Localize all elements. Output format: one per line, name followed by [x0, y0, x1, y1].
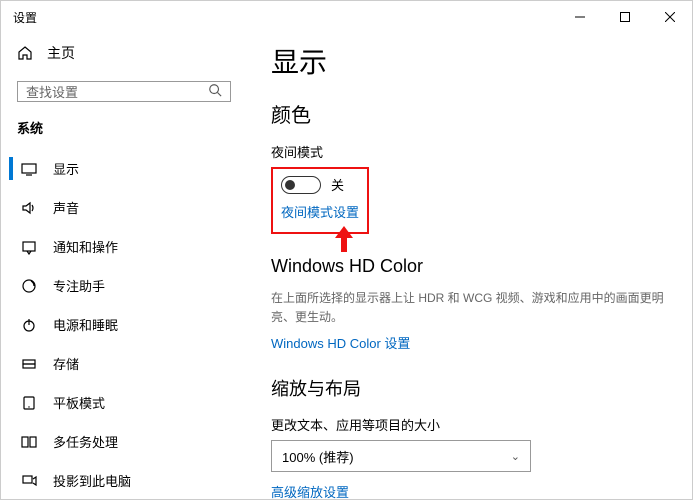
highlight-box: 关 夜间模式设置 — [271, 167, 369, 234]
hdcolor-heading: Windows HD Color — [271, 256, 668, 277]
nav-list: 显示 声音 通知和操作 专注助手 电源和睡眠 — [9, 149, 239, 499]
toggle-knob — [285, 180, 295, 190]
settings-window: 设置 主页 查找设置 系统 — [0, 0, 693, 500]
text-size-dropdown[interactable]: 100% (推荐) ⌄ — [271, 440, 531, 472]
sidebar-item-power-sleep[interactable]: 电源和睡眠 — [9, 305, 239, 344]
sidebar-item-label: 平板模式 — [53, 393, 105, 412]
advanced-scaling-link[interactable]: 高级缩放设置 — [271, 485, 349, 499]
sidebar-item-projecting[interactable]: 投影到此电脑 — [9, 461, 239, 499]
search-placeholder: 查找设置 — [26, 82, 78, 101]
sidebar-item-multitasking[interactable]: 多任务处理 — [9, 422, 239, 461]
power-icon — [21, 317, 37, 333]
close-button[interactable] — [647, 1, 692, 33]
home-icon — [17, 45, 33, 61]
page-title: 显示 — [271, 41, 668, 81]
window-controls — [557, 1, 692, 33]
night-mode-state: 关 — [331, 175, 344, 194]
multitask-icon — [21, 434, 37, 450]
sidebar-item-label: 存储 — [53, 354, 79, 373]
scale-heading: 缩放与布局 — [271, 375, 668, 401]
title-bar: 设置 — [1, 1, 692, 33]
search-input[interactable]: 查找设置 — [17, 81, 231, 102]
project-icon — [21, 473, 37, 489]
sidebar-item-tablet-mode[interactable]: 平板模式 — [9, 383, 239, 422]
sidebar-item-notifications[interactable]: 通知和操作 — [9, 227, 239, 266]
sidebar-item-label: 通知和操作 — [53, 237, 118, 256]
cursor-arrow-annotation — [331, 224, 357, 254]
home-link[interactable]: 主页 — [9, 33, 239, 73]
text-size-value: 100% (推荐) — [282, 447, 354, 466]
storage-icon — [21, 356, 37, 372]
hdcolor-description: 在上面所选择的显示器上让 HDR 和 WCG 视频、游戏和应用中的画面更明亮、更… — [271, 289, 668, 327]
sidebar-item-label: 声音 — [53, 198, 79, 217]
night-mode-toggle[interactable] — [281, 176, 321, 194]
home-label: 主页 — [47, 43, 75, 63]
focus-icon — [21, 278, 37, 294]
sidebar-item-sound[interactable]: 声音 — [9, 188, 239, 227]
night-mode-toggle-row: 关 — [281, 175, 359, 194]
sidebar-item-label: 专注助手 — [53, 276, 105, 295]
sidebar-item-storage[interactable]: 存储 — [9, 344, 239, 383]
search-icon — [208, 83, 222, 100]
sidebar-item-label: 投影到此电脑 — [53, 471, 131, 490]
sidebar-item-focus-assist[interactable]: 专注助手 — [9, 266, 239, 305]
night-mode-settings-link[interactable]: 夜间模式设置 — [281, 205, 359, 220]
tablet-icon — [21, 395, 37, 411]
night-mode-label: 夜间模式 — [271, 142, 668, 161]
window-body: 主页 查找设置 系统 显示 声音 通知和操 — [1, 33, 692, 499]
window-title: 设置 — [13, 9, 37, 26]
notification-icon — [21, 239, 37, 255]
sidebar-item-label: 多任务处理 — [53, 432, 118, 451]
hdcolor-settings-link[interactable]: Windows HD Color 设置 — [271, 336, 410, 351]
content-area: 显示 颜色 夜间模式 关 夜间模式设置 Windows HD — [247, 33, 692, 499]
sidebar-item-label: 电源和睡眠 — [53, 315, 118, 334]
minimize-button[interactable] — [557, 1, 602, 33]
display-icon — [21, 161, 37, 177]
sidebar-item-display[interactable]: 显示 — [9, 149, 239, 188]
color-heading: 颜色 — [271, 99, 668, 128]
text-size-label: 更改文本、应用等项目的大小 — [271, 415, 668, 434]
sidebar-item-label: 显示 — [53, 159, 79, 178]
sidebar-section-label: 系统 — [9, 114, 239, 149]
sidebar: 主页 查找设置 系统 显示 声音 通知和操 — [1, 33, 247, 499]
maximize-button[interactable] — [602, 1, 647, 33]
sound-icon — [21, 200, 37, 216]
chevron-down-icon: ⌄ — [511, 450, 520, 463]
